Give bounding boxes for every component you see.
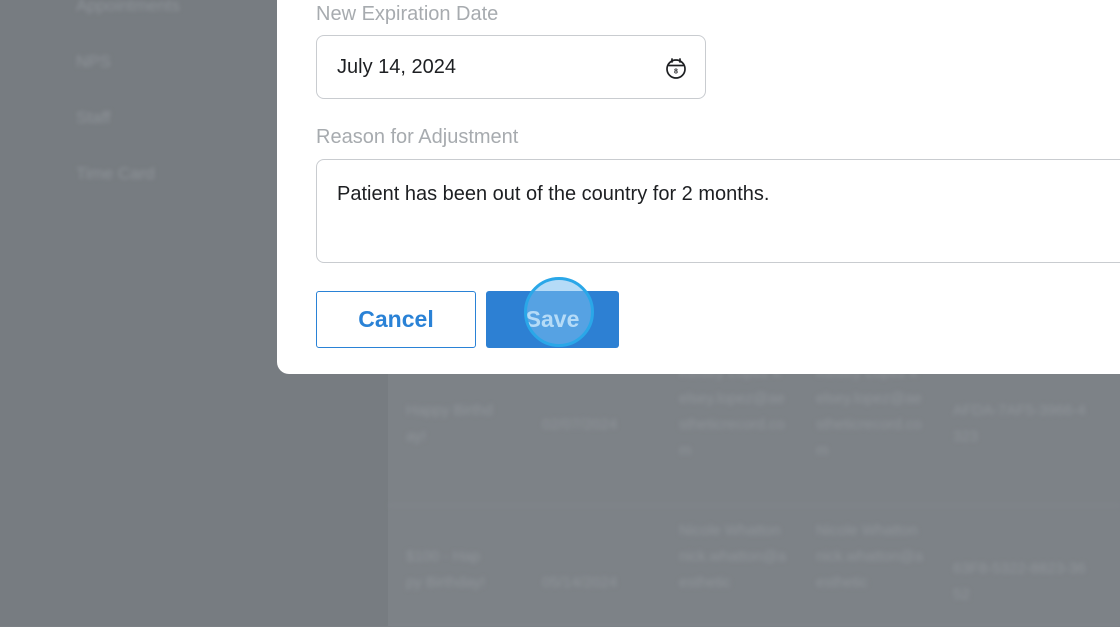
sidebar-item-nps[interactable]: NPS <box>76 52 111 72</box>
table-row[interactable]: $100 - Happy Birthday! 05/14/2024 Nicole… <box>388 506 1120 627</box>
table-cell-date: 05/14/2024 <box>542 574 618 591</box>
table-cell-date: 02/07/2024 <box>542 416 618 433</box>
table-cell-code: 63F8-5322-8823-3652 <box>953 560 1086 603</box>
gift-card-table: Happy Birthday! 02/07/2024 Kelsey Lopez … <box>388 360 1120 627</box>
reason-textarea[interactable]: Patient has been out of the country for … <box>316 159 1120 263</box>
sidebar-item-time-card[interactable]: Time Card <box>76 164 155 184</box>
sidebar-item-staff[interactable]: Staff <box>76 108 111 128</box>
table-cell-issued-by: Nicole Whatton nick.whatton@aesthetic <box>679 522 786 591</box>
svg-text:8: 8 <box>674 69 678 76</box>
reason-label: Reason for Adjustment <box>316 126 519 148</box>
table-cell-name: $100 - Happy Birthday! <box>406 548 486 591</box>
table-cell-assigned-to: Nicole Whatton nick.whatton@aesthetic <box>816 522 923 591</box>
sidebar-item-appointments[interactable]: Appointments <box>76 0 180 16</box>
expiration-date-label: New Expiration Date <box>316 3 499 25</box>
table-cell-name: Happy Birthday! <box>406 402 493 445</box>
table-cell-issued-by: Kelsey Lopez kelsey.lopez@aestheticrecor… <box>679 364 785 459</box>
table-cell-assigned-to: Kelsey Lopez kelsey.lopez@aestheticrecor… <box>816 364 922 459</box>
cancel-button[interactable]: Cancel <box>316 291 476 348</box>
table-cell-code: AFDA-7AF5-3966-4323 <box>953 402 1086 445</box>
expiration-date-input[interactable]: July 14, 2024 8 <box>316 35 706 99</box>
reason-value: Patient has been out of the country for … <box>337 183 770 205</box>
save-button[interactable]: Save <box>486 291 619 348</box>
expiration-date-value: July 14, 2024 <box>337 56 456 78</box>
calendar-icon[interactable]: 8 <box>664 56 688 80</box>
table-row[interactable]: Happy Birthday! 02/07/2024 Kelsey Lopez … <box>388 360 1120 506</box>
